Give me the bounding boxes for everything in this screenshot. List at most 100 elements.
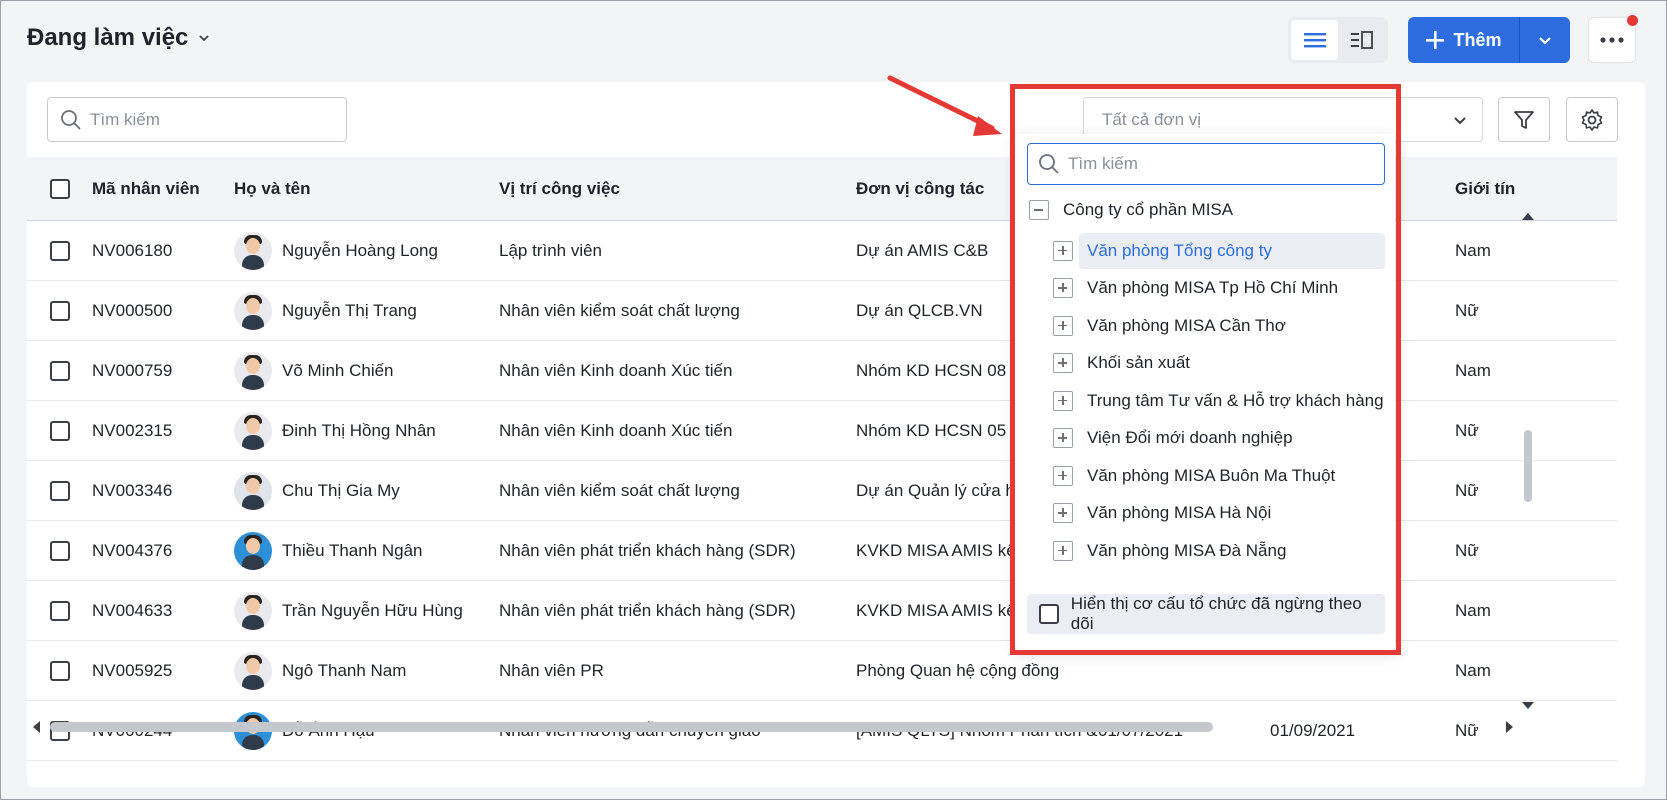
expand-icon[interactable]: [1053, 240, 1073, 261]
row-checkbox[interactable]: [50, 240, 70, 261]
settings-button[interactable]: [1566, 97, 1618, 142]
tree-item[interactable]: Văn phòng MISA Đà Nẵng: [1053, 532, 1385, 570]
add-button-label: Thêm: [1453, 29, 1502, 50]
tree-item-label[interactable]: Văn phòng Tổng công ty: [1079, 232, 1385, 269]
expand-icon[interactable]: [1053, 390, 1073, 411]
employee-code: NV005925: [92, 660, 173, 680]
show-stopped-units-option[interactable]: Hiển thị cơ cấu tổ chức đã ngừng theo dõ…: [1027, 594, 1385, 634]
employee-code: NV004633: [92, 600, 173, 620]
tree-item-label[interactable]: Văn phòng MISA Hà Nội: [1079, 495, 1385, 531]
row-checkbox[interactable]: [50, 420, 70, 441]
collapse-icon[interactable]: [1029, 200, 1049, 220]
add-options-button[interactable]: [1520, 17, 1570, 63]
employee-name[interactable]: Ngô Thanh Nam: [282, 661, 406, 681]
employee-gender: Nam: [1455, 240, 1491, 260]
employee-gender: Nữ: [1455, 480, 1479, 500]
tree-item[interactable]: Văn phòng MISA Hà Nội: [1053, 495, 1385, 533]
select-all-checkbox[interactable]: [50, 178, 70, 199]
tree-item-label[interactable]: Trung tâm Tư vấn & Hỗ trợ khách hàng: [1079, 383, 1385, 419]
column-header[interactable]: Vị trí công việc: [499, 179, 856, 199]
employee-position: Nhân viên Kinh doanh Xúc tiến: [499, 420, 733, 440]
employee-code: NV002315: [92, 420, 173, 440]
filter-icon: [1514, 110, 1534, 129]
tree-root-label: Công ty cổ phần MISA: [1063, 200, 1234, 219]
employee-name[interactable]: Võ Minh Chiến: [282, 361, 394, 381]
tree-item[interactable]: Viện Đổi mới doanh nghiệp: [1053, 420, 1385, 458]
add-button[interactable]: Thêm: [1408, 17, 1519, 63]
tree-item-label[interactable]: Viện Đổi mới doanh nghiệp: [1079, 420, 1385, 456]
employee-name[interactable]: Nguyễn Hoàng Long: [282, 241, 438, 261]
employee-position: Nhân viên phát triển khách hàng (SDR): [499, 600, 796, 620]
chevron-down-icon: [1454, 116, 1466, 124]
row-checkbox[interactable]: [50, 600, 70, 621]
chevron-down-icon: [1539, 37, 1551, 45]
expand-icon[interactable]: [1053, 540, 1073, 561]
scroll-right-icon[interactable]: [1504, 720, 1516, 734]
unit-search-box: [1027, 143, 1385, 185]
row-checkbox[interactable]: [50, 540, 70, 561]
employee-gender: Nữ: [1455, 420, 1479, 440]
scroll-left-icon[interactable]: [30, 720, 42, 734]
avatar: [234, 651, 272, 690]
avatar: [234, 531, 272, 570]
employee-code: NV003346: [92, 480, 173, 500]
row-checkbox[interactable]: [50, 480, 70, 501]
expand-icon[interactable]: [1053, 465, 1073, 486]
expand-icon[interactable]: [1053, 278, 1073, 299]
tree-item-label[interactable]: Khối sản xuất: [1079, 345, 1385, 381]
show-stopped-label: Hiển thị cơ cấu tổ chức đã ngừng theo dõ…: [1070, 594, 1362, 633]
tree-item[interactable]: Văn phòng MISA Tp Hồ Chí Minh: [1053, 270, 1385, 308]
expand-icon[interactable]: [1053, 353, 1073, 374]
employee-name[interactable]: Thiều Thanh Ngân: [282, 541, 423, 561]
employee-code: NV000500: [92, 300, 173, 320]
employee-name[interactable]: Trần Nguyễn Hữu Hùng: [282, 601, 463, 621]
employee-position: Nhân viên Kinh doanh Xúc tiến: [499, 360, 733, 380]
employee-position: Nhân viên phát triển khách hàng (SDR): [499, 540, 796, 560]
employee-gender: Nam: [1455, 600, 1491, 620]
scroll-up-icon[interactable]: [1521, 210, 1535, 222]
gear-icon: [1581, 108, 1603, 131]
tree-item[interactable]: Văn phòng MISA Buôn Ma Thuột: [1053, 457, 1385, 495]
tree-item-label[interactable]: Văn phòng MISA Cần Thơ: [1079, 308, 1385, 344]
employee-position: Lập trình viên: [499, 240, 603, 260]
scroll-down-icon[interactable]: [1521, 700, 1535, 712]
tree-item-label[interactable]: Văn phòng MISA Buôn Ma Thuột: [1079, 458, 1385, 494]
add-split-button: Thêm: [1408, 17, 1570, 63]
employee-position: Nhân viên kiểm soát chất lượng: [499, 300, 740, 320]
expand-icon[interactable]: [1053, 428, 1073, 449]
employee-name[interactable]: Chu Thị Gia My: [282, 481, 400, 501]
horizontal-scrollbar: [30, 718, 1520, 736]
unit-select-value: Tất cả đơn vị: [1102, 109, 1202, 129]
tree-item-label[interactable]: Văn phòng MISA Đà Nẵng: [1079, 533, 1385, 569]
list-view-button[interactable]: [1291, 20, 1338, 60]
column-header[interactable]: Mã nhân viên: [92, 179, 234, 199]
expand-icon[interactable]: [1053, 503, 1073, 524]
list-view-icon: [1303, 33, 1326, 48]
employee-code: NV004376: [92, 540, 173, 560]
employee-name[interactable]: Nguyễn Thị Trang: [282, 301, 417, 321]
avatar: [234, 411, 272, 450]
split-view-button[interactable]: [1338, 20, 1385, 60]
tree-item[interactable]: Khối sản xuất: [1053, 345, 1385, 383]
show-stopped-checkbox[interactable]: [1039, 604, 1059, 624]
table-row[interactable]: NV005925 Ngô Thanh Nam Nhân viên PR Phòn…: [27, 641, 1617, 701]
avatar: [234, 591, 272, 630]
unit-search-input[interactable]: [1068, 154, 1358, 174]
column-header[interactable]: Họ và tên: [234, 179, 499, 199]
tree-item[interactable]: Văn phòng MISA Cần Thơ: [1053, 307, 1385, 345]
tree-root-node[interactable]: Công ty cổ phần MISA: [1029, 200, 1233, 220]
row-checkbox[interactable]: [50, 360, 70, 381]
row-checkbox[interactable]: [50, 300, 70, 321]
vertical-scrollbar-thumb[interactable]: [1524, 430, 1532, 502]
tree-item-label[interactable]: Văn phòng MISA Tp Hồ Chí Minh: [1079, 270, 1385, 306]
tree-item[interactable]: Văn phòng Tổng công ty: [1053, 232, 1385, 270]
search-input[interactable]: [90, 109, 320, 130]
tree-item[interactable]: Trung tâm Tư vấn & Hỗ trợ khách hàng: [1053, 382, 1385, 420]
employee-name[interactable]: Đinh Thị Hồng Nhân: [282, 421, 436, 441]
horizontal-scrollbar-thumb[interactable]: [50, 722, 1213, 732]
expand-icon[interactable]: [1053, 315, 1073, 336]
row-checkbox[interactable]: [50, 660, 70, 681]
column-header[interactable]: Giới tín: [1455, 179, 1575, 199]
filter-button[interactable]: [1498, 97, 1550, 142]
view-selector[interactable]: Đang làm việc: [27, 24, 210, 52]
